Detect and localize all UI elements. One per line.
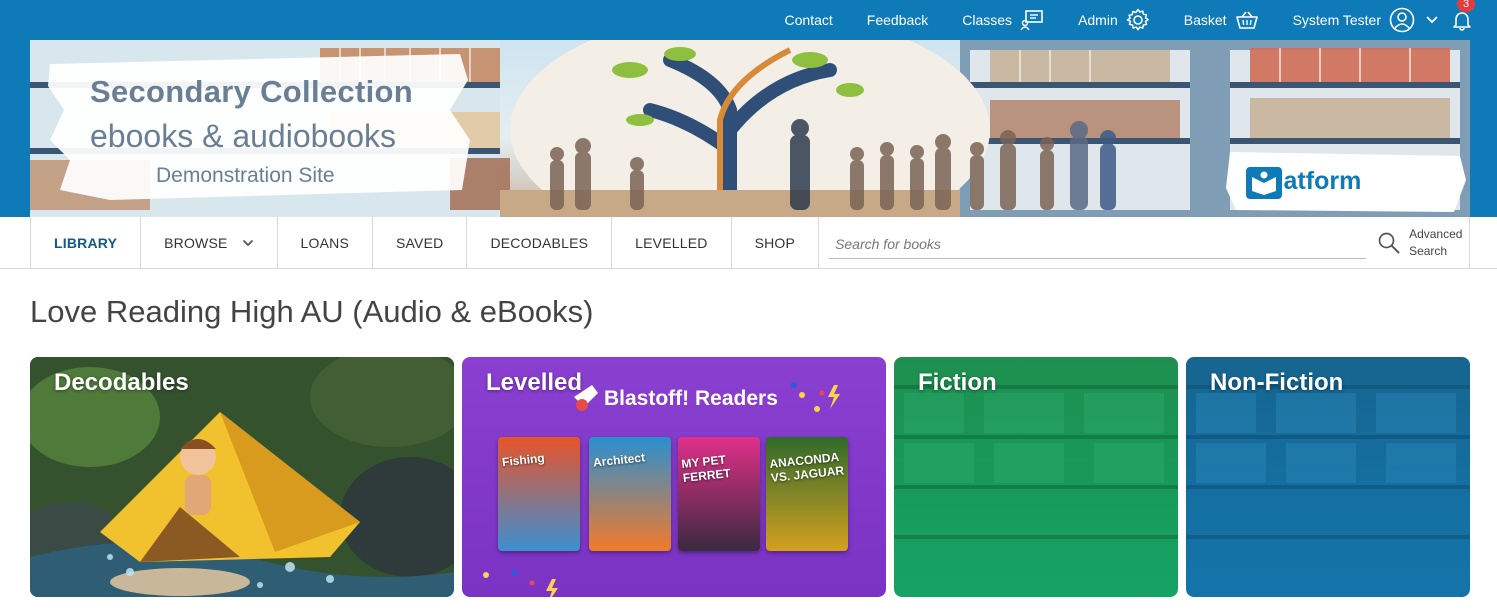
nav-saved[interactable]: SAVED — [373, 217, 468, 268]
search-input[interactable] — [829, 229, 1367, 259]
admin-label: Admin — [1078, 12, 1118, 28]
search-area: Advanced Search — [819, 217, 1469, 268]
feedback-link[interactable]: Feedback — [867, 12, 928, 28]
tile-fiction-label: Fiction — [918, 369, 997, 396]
nav-browse-label: BROWSE — [164, 234, 228, 251]
tile-fiction[interactable]: Fiction — [894, 357, 1178, 597]
contact-link[interactable]: Contact — [785, 12, 833, 28]
classes-icon — [1020, 10, 1043, 31]
eplatform-logo-icon — [1246, 167, 1282, 199]
basket-label: Basket — [1183, 12, 1227, 28]
book-cover[interactable]: Fishing — [498, 437, 580, 551]
user-avatar-icon — [1389, 7, 1415, 33]
hero-banner: Secondary Collection ebooks & audiobooks… — [30, 40, 1470, 217]
banner-subtitle: ebooks & audiobooks — [90, 118, 396, 154]
user-name: System Tester — [1292, 12, 1381, 28]
main-navigation-bar: LIBRARY BROWSE LOANS SAVED DECODABLES LE… — [30, 217, 1470, 268]
classes-link[interactable]: Classes — [962, 9, 1044, 31]
nav-library[interactable]: LIBRARY — [31, 217, 142, 268]
book-title: Architect — [592, 450, 646, 470]
nav-shop[interactable]: SHOP — [732, 217, 820, 268]
tile-non-fiction-label: Non-Fiction — [1210, 369, 1344, 396]
user-menu[interactable]: System Tester — [1293, 7, 1439, 33]
book-cover[interactable]: MY PET FERRET — [678, 437, 760, 551]
notifications-button[interactable]: 3 — [1451, 0, 1475, 31]
classes-label: Classes — [962, 12, 1013, 28]
nav-decodables[interactable]: DECODABLES — [467, 217, 613, 268]
book-cover[interactable]: ANACONDA VS. JAGUAR — [766, 437, 848, 551]
advanced-search-link[interactable]: Advanced Search — [1409, 226, 1479, 260]
nav-browse[interactable]: BROWSE — [141, 217, 278, 268]
book-title: MY PET FERRET — [680, 452, 732, 485]
top-navigation: Contact Feedback Classes Admin Basket Sy… — [785, 0, 1475, 40]
bell-icon — [1453, 12, 1471, 31]
tile-levelled[interactable]: Levelled Blastoff! Readers Fishing Archi… — [462, 357, 886, 597]
admin-link[interactable]: Admin — [1078, 8, 1150, 32]
chevron-down-icon — [1426, 16, 1438, 24]
page-title: Love Reading High AU (Audio & eBooks) — [30, 294, 594, 329]
book-title: Fishing — [501, 450, 546, 470]
eplatform-logo: ePlatform — [1246, 167, 1361, 199]
tile-levelled-label: Levelled — [486, 369, 583, 396]
blastoff-readers-banner: Blastoff! Readers — [604, 387, 778, 410]
book-cover[interactable]: Architect — [589, 437, 671, 551]
book-title: ANACONDA VS. JAGUAR — [768, 449, 845, 485]
basket-icon — [1235, 11, 1258, 29]
gear-icon — [1126, 8, 1149, 31]
chevron-down-icon — [242, 239, 253, 246]
banner-site-label: Demonstration Site — [156, 164, 335, 187]
tile-decodables-label: Decodables — [54, 369, 189, 396]
banner-title: Secondary Collection — [90, 74, 413, 109]
nav-loans[interactable]: LOANS — [278, 217, 374, 268]
top-bar: Contact Feedback Classes Admin Basket Sy… — [0, 0, 1497, 40]
tile-non-fiction[interactable]: Non-Fiction — [1186, 357, 1470, 597]
search-icon[interactable] — [1377, 231, 1401, 255]
main-navigation: LIBRARY BROWSE LOANS SAVED DECODABLES LE… — [0, 217, 1497, 269]
nav-levelled[interactable]: LEVELLED — [612, 217, 732, 268]
basket-link[interactable]: Basket — [1184, 10, 1259, 30]
tile-decodables[interactable]: Decodables — [30, 357, 454, 597]
